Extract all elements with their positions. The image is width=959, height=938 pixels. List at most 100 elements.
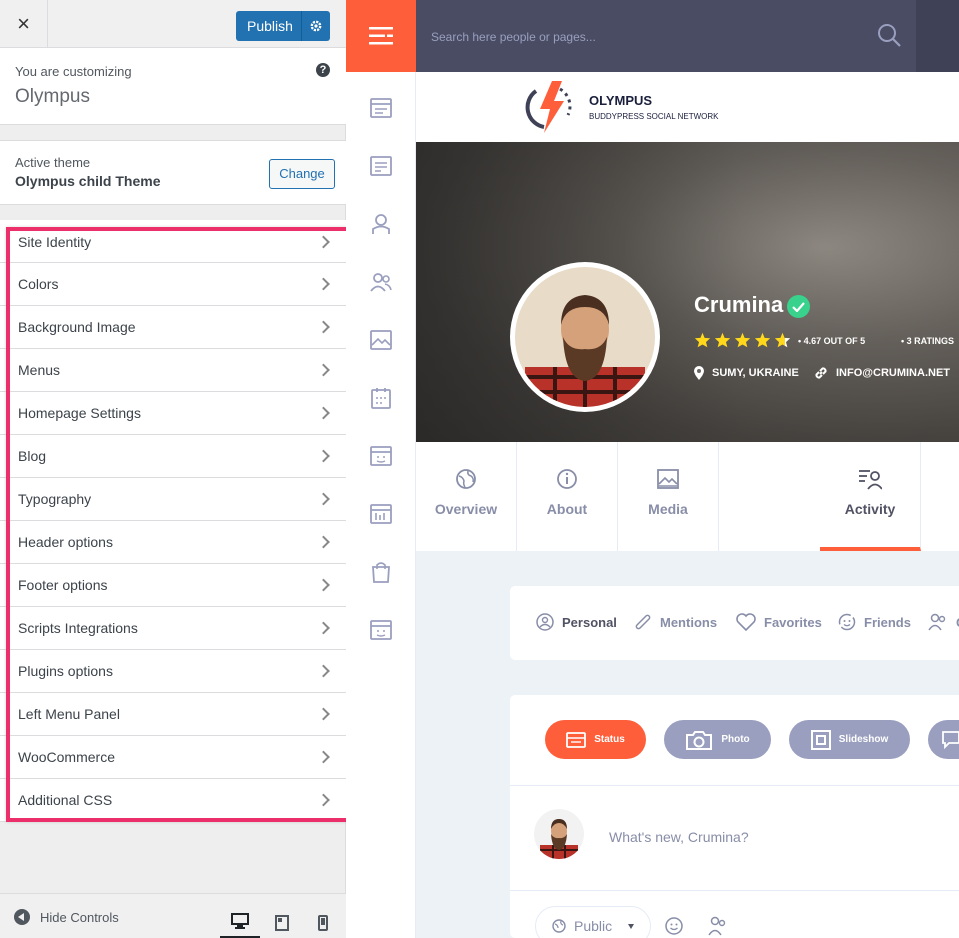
status-icon xyxy=(566,731,587,748)
section-woocommerce[interactable]: WooCommerce xyxy=(0,736,346,779)
close-customizer-button[interactable]: × xyxy=(0,0,48,48)
filter-personal[interactable]: Personal xyxy=(536,613,617,631)
profile-email[interactable]: INFO@CRUMINA.NET xyxy=(814,366,950,380)
friends-icon[interactable] xyxy=(368,269,394,295)
user-avatar[interactable] xyxy=(534,809,584,859)
section-footer-options[interactable]: Footer options xyxy=(0,564,346,607)
shop-bag-icon[interactable] xyxy=(368,559,394,585)
status-button[interactable]: Status xyxy=(545,720,646,759)
chevron-right-icon xyxy=(317,750,330,764)
privacy-value: Public xyxy=(574,918,613,934)
filter-groups[interactable]: G xyxy=(928,613,959,631)
chevron-right-icon xyxy=(317,406,330,420)
globe-icon xyxy=(456,469,476,489)
left-menu-panel xyxy=(346,0,416,938)
help-icon[interactable]: ? xyxy=(316,63,330,77)
menu-toggle-button[interactable] xyxy=(346,0,416,72)
active-theme-name: Olympus child Theme xyxy=(15,173,161,189)
mobile-preview-button[interactable] xyxy=(303,906,343,938)
tablet-preview-button[interactable] xyxy=(262,906,302,938)
section-label: WooCommerce xyxy=(18,749,115,765)
tab-activity[interactable]: Activity xyxy=(820,442,921,551)
site-title: Olympus xyxy=(15,86,90,107)
profile-name[interactable]: Crumina xyxy=(694,292,783,318)
section-header-options[interactable]: Header options xyxy=(0,521,346,564)
filter-label: Friends xyxy=(864,614,911,630)
section-additional-css[interactable]: Additional CSS xyxy=(0,779,346,822)
photos-icon[interactable] xyxy=(368,327,394,353)
filter-mentions[interactable]: Mentions xyxy=(634,613,717,631)
desktop-preview-button[interactable] xyxy=(220,906,260,938)
profile-location: SUMY, UKRAINE xyxy=(694,366,799,380)
avatar-photo xyxy=(515,267,655,407)
olympus-logo-icon[interactable] xyxy=(524,79,576,135)
rating-text: • 4.67 OUT OF 5 xyxy=(798,336,866,346)
user-circle-icon xyxy=(536,613,554,631)
site-preview: Search here people or pages... OLYMPUS B… xyxy=(346,0,959,938)
publish-button[interactable]: Publish xyxy=(236,11,330,41)
tab-overview[interactable]: Overview xyxy=(416,442,517,551)
star-half-icon xyxy=(774,332,791,348)
filter-friends[interactable]: Friends xyxy=(838,613,911,631)
chevron-right-icon xyxy=(317,578,330,592)
image-icon xyxy=(657,469,679,489)
emoji-icon[interactable] xyxy=(665,917,683,935)
tab-friends[interactable]: F xyxy=(921,442,959,551)
section-plugins-options[interactable]: Plugins options xyxy=(0,650,346,693)
globe-icon xyxy=(552,919,566,933)
profile-avatar[interactable] xyxy=(510,262,660,412)
section-left-menu-panel[interactable]: Left Menu Panel xyxy=(0,693,346,736)
filter-label: Mentions xyxy=(660,614,718,630)
gear-icon[interactable] xyxy=(302,19,330,33)
tablet-icon xyxy=(275,914,289,931)
section-label: Blog xyxy=(18,448,47,464)
profile-icon[interactable] xyxy=(368,211,394,237)
mention-icon xyxy=(635,614,651,630)
divider xyxy=(510,785,959,786)
calendar-icon[interactable] xyxy=(368,385,394,411)
search-icon[interactable] xyxy=(876,22,902,48)
blog-icon[interactable] xyxy=(368,153,394,179)
tag-friends-icon[interactable] xyxy=(708,916,728,936)
filter-label: Personal xyxy=(562,614,617,630)
hide-controls-label: Hide Controls xyxy=(40,909,119,925)
slideshow-button[interactable]: Slideshow xyxy=(789,720,910,759)
section-scripts-integrations[interactable]: Scripts Integrations xyxy=(0,607,346,650)
ratings-count-value: 3 RATINGS xyxy=(906,336,954,346)
post-input[interactable]: What's new, Crumina? xyxy=(609,829,749,845)
slideshow-label: Slideshow xyxy=(838,734,889,745)
statistics-icon[interactable] xyxy=(368,501,394,527)
star-icon xyxy=(754,332,771,348)
tab-label: Overview xyxy=(434,501,498,517)
tab-label: Activity xyxy=(844,501,896,517)
privacy-select[interactable]: Public xyxy=(535,906,651,938)
tab-about[interactable]: About xyxy=(517,442,618,551)
more-post-type-button[interactable] xyxy=(928,720,959,759)
badges-icon[interactable] xyxy=(368,617,394,643)
logo-subtitle: BUDDYPRESS SOCIAL NETWORK xyxy=(589,112,719,121)
activity-filter-bar: Personal Mentions Favorites Friends G xyxy=(510,586,959,660)
change-theme-button[interactable]: Change xyxy=(269,159,335,189)
hide-controls-button[interactable]: Hide Controls xyxy=(14,909,119,925)
section-label: Homepage Settings xyxy=(18,405,141,421)
photo-button[interactable]: Photo xyxy=(664,720,771,759)
section-site-identity[interactable]: Site Identity xyxy=(0,220,346,263)
section-menus[interactable]: Menus xyxy=(0,349,346,392)
customizing-label: You are customizing xyxy=(15,64,132,79)
section-background-image[interactable]: Background Image xyxy=(0,306,346,349)
section-homepage-settings[interactable]: Homepage Settings xyxy=(0,392,346,435)
tab-media[interactable]: Media xyxy=(618,442,719,551)
search-input[interactable]: Search here people or pages... xyxy=(416,0,916,72)
newsfeed-icon[interactable] xyxy=(368,95,394,121)
rating-stars xyxy=(694,332,791,348)
rating-value: 4.67 OUT OF 5 xyxy=(803,336,866,346)
section-colors[interactable]: Colors xyxy=(0,263,346,306)
section-blog[interactable]: Blog xyxy=(0,435,346,478)
section-typography[interactable]: Typography xyxy=(0,478,346,521)
groups-icon[interactable] xyxy=(368,443,394,469)
chevron-right-icon xyxy=(317,277,330,291)
filter-favorites[interactable]: Favorites xyxy=(736,613,822,631)
smile-icon xyxy=(838,613,856,631)
link-icon xyxy=(815,367,827,379)
customizer-header: × Publish xyxy=(0,0,346,48)
